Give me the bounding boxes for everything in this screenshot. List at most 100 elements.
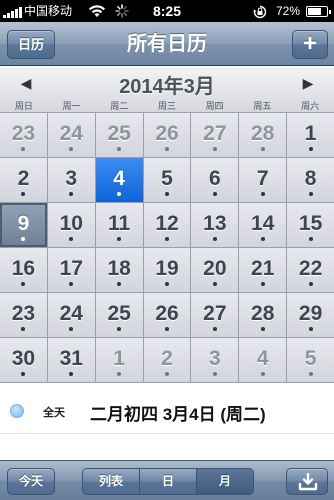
event-dot <box>69 372 74 376</box>
day-cell[interactable]: 10 <box>47 203 95 247</box>
day-number: 12 <box>155 212 179 235</box>
event-dot <box>308 147 313 151</box>
event-dot <box>212 372 217 376</box>
day-cell[interactable]: 20 <box>191 248 239 292</box>
day-number: 30 <box>11 347 36 370</box>
day-number: 23 <box>11 122 36 145</box>
event-dot <box>69 237 74 241</box>
day-number: 25 <box>107 122 131 145</box>
event-dot <box>308 372 313 376</box>
day-number: 27 <box>203 302 227 325</box>
day-cell[interactable]: 6 <box>191 158 239 202</box>
nav-bar: 日历 所有日历 + <box>0 22 334 66</box>
day-cell[interactable]: 7 <box>239 158 287 202</box>
day-cell[interactable]: 29 <box>287 293 334 337</box>
day-cell[interactable]: 22 <box>287 248 334 292</box>
event-dot <box>117 237 122 241</box>
day-cell[interactable]: 25 <box>95 113 143 157</box>
event-dot <box>69 282 74 286</box>
day-cell[interactable]: 11 <box>95 203 143 247</box>
day-cell[interactable]: 26 <box>143 293 191 337</box>
calendar-header: ◀ 2014年3月 ▶ 周日 周一 周二 周三 周四 周五 周六 <box>0 67 334 113</box>
day-cell[interactable]: 27 <box>191 293 239 337</box>
day-number: 11 <box>108 212 131 235</box>
segment-month[interactable]: 月 <box>197 469 253 494</box>
day-number: 27 <box>203 122 227 145</box>
day-number: 3 <box>209 347 221 370</box>
day-number: 28 <box>251 302 275 325</box>
day-number: 6 <box>209 167 221 190</box>
event-dot <box>117 192 122 196</box>
day-cell[interactable]: 17 <box>47 248 95 292</box>
weekday-label: 周二 <box>110 101 129 111</box>
day-cell[interactable]: 13 <box>191 203 239 247</box>
day-cell[interactable]: 24 <box>47 113 95 157</box>
event-dot <box>21 237 26 241</box>
day-cell[interactable]: 21 <box>239 248 287 292</box>
view-segmented-control: 列表 日 月 <box>82 468 254 495</box>
add-event-button[interactable]: + <box>292 30 328 59</box>
inbox-button[interactable] <box>286 468 328 495</box>
day-number: 4 <box>256 347 269 370</box>
today-button[interactable]: 今天 <box>7 468 55 495</box>
day-number: 4 <box>113 167 125 190</box>
day-number: 21 <box>251 257 275 280</box>
event-dot <box>117 147 122 151</box>
event-dot <box>117 282 122 286</box>
event-dot <box>69 327 74 331</box>
event-row[interactable]: 全天 二月初四 3月4日 (周二) <box>0 394 334 434</box>
day-cell[interactable]: 28 <box>239 113 287 157</box>
day-cell[interactable]: 25 <box>95 293 143 337</box>
day-cell[interactable]: 23 <box>0 293 47 337</box>
day-cell[interactable]: 30 <box>0 338 47 382</box>
day-number: 8 <box>304 167 317 190</box>
month-title: 2014年3月 <box>119 76 215 98</box>
day-cell[interactable]: 18 <box>95 248 143 292</box>
page-title: 所有日历 <box>127 33 207 55</box>
day-number: 2 <box>17 167 30 190</box>
day-cell[interactable]: 2 <box>143 338 191 382</box>
day-cell-selected[interactable]: 4 <box>95 158 143 202</box>
event-dot <box>260 372 265 376</box>
day-number: 23 <box>11 302 36 325</box>
day-cell[interactable]: 8 <box>287 158 334 202</box>
day-cell[interactable]: 28 <box>239 293 287 337</box>
weekday-label: 周一 <box>62 101 81 111</box>
day-cell[interactable]: 12 <box>143 203 191 247</box>
event-dot <box>308 282 313 286</box>
day-cell[interactable]: 3 <box>47 158 95 202</box>
day-cell[interactable]: 3 <box>191 338 239 382</box>
calendar-color-dot <box>10 404 24 418</box>
day-cell[interactable]: 26 <box>143 113 191 157</box>
day-cell[interactable]: 15 <box>287 203 334 247</box>
day-number: 1 <box>113 347 125 370</box>
day-cell[interactable]: 1 <box>95 338 143 382</box>
day-cell[interactable]: 5 <box>143 158 191 202</box>
day-cell[interactable]: 23 <box>0 113 47 157</box>
day-cell[interactable]: 31 <box>47 338 95 382</box>
event-dot <box>117 372 122 376</box>
day-cell[interactable]: 27 <box>191 113 239 157</box>
event-dot <box>308 192 313 196</box>
day-number: 31 <box>59 347 83 370</box>
day-cell[interactable]: 1 <box>287 113 334 157</box>
day-cell[interactable]: 2 <box>0 158 47 202</box>
segment-list[interactable]: 列表 <box>83 469 140 494</box>
day-cell[interactable]: 5 <box>287 338 334 382</box>
status-bar: 中国移动 8:25 72% <box>0 0 334 22</box>
day-number: 18 <box>107 257 131 280</box>
day-cell[interactable]: 16 <box>0 248 47 292</box>
event-title: 二月初四 3月4日 (周二) <box>90 405 266 424</box>
weekday-header: 周日 周一 周二 周三 周四 周五 周六 <box>0 99 334 112</box>
next-month-icon[interactable]: ▶ <box>298 73 318 93</box>
day-number: 9 <box>17 212 30 235</box>
day-cell[interactable]: 14 <box>239 203 287 247</box>
day-cell-today[interactable]: 9 <box>0 203 47 247</box>
day-number: 7 <box>256 167 269 190</box>
day-cell[interactable]: 4 <box>239 338 287 382</box>
day-cell[interactable]: 24 <box>47 293 95 337</box>
segment-day[interactable]: 日 <box>140 469 197 494</box>
day-number: 5 <box>161 167 173 190</box>
event-dot <box>308 327 313 331</box>
day-cell[interactable]: 19 <box>143 248 191 292</box>
